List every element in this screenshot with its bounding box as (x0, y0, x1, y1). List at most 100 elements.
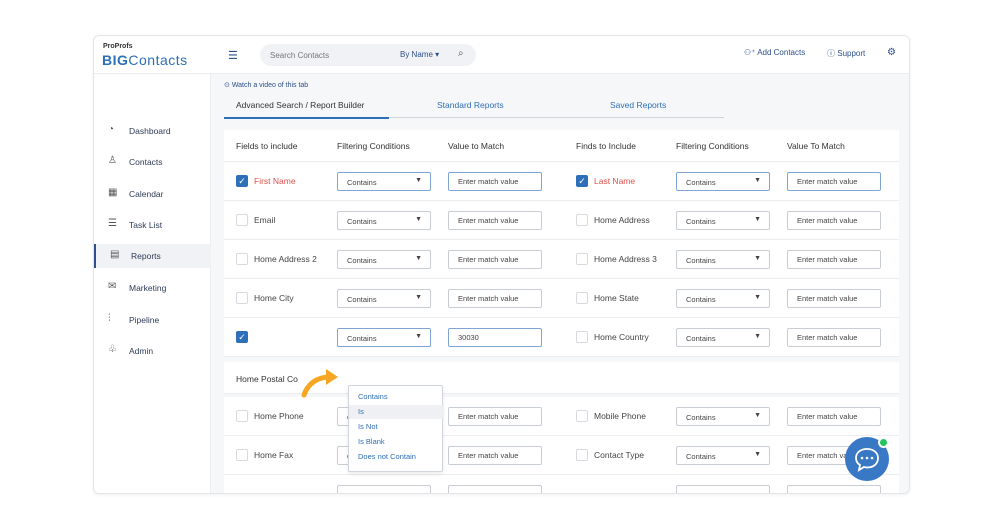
condition-value: Contains (347, 256, 377, 265)
admin-icon: ♧ (108, 344, 117, 355)
include-checkbox[interactable] (576, 292, 588, 304)
tab-saved-reports[interactable]: Saved Reports (610, 100, 666, 110)
report-builder-table: Fields to include Filtering Conditions V… (224, 130, 899, 493)
tab-standard-reports[interactable]: Standard Reports (437, 100, 504, 110)
sidebar-item-marketing[interactable]: ✉ Marketing (94, 276, 211, 300)
sidebar-item-admin[interactable]: ♧ Admin (94, 339, 211, 363)
sidebar-item-dashboard[interactable]: ◔ Dashboard (94, 119, 211, 143)
match-value-input[interactable] (787, 289, 881, 308)
match-value-input[interactable] (448, 250, 542, 269)
match-value-input[interactable] (448, 289, 542, 308)
table-row: Home Phone Contains ▼ Mobile Phone Contai… (224, 397, 899, 436)
match-value-input[interactable] (787, 211, 881, 230)
dropdown-option-contains[interactable]: Contains (349, 390, 444, 404)
table-row (224, 475, 899, 493)
play-icon: ⊙ (224, 82, 232, 89)
match-value-input[interactable] (448, 328, 542, 347)
dropdown-option-does-not-contain[interactable]: Does not Contain (349, 450, 444, 464)
match-value-input[interactable] (448, 407, 542, 426)
sidebar: ◔ Dashboard ♙ Contacts ▦ Calendar ☰ Task Lis… (94, 74, 211, 493)
condition-select[interactable]: Contains ▼ (676, 250, 770, 269)
match-value-input[interactable] (787, 250, 881, 269)
condition-select[interactable]: Contains ▼ (337, 289, 431, 308)
field-name: Home Address 3 (594, 254, 657, 264)
include-checkbox[interactable] (576, 253, 588, 265)
caret-down-icon: ▼ (754, 451, 761, 458)
add-contacts-button[interactable]: ⚇⁺ Add Contacts (744, 48, 805, 57)
field-name: Home Fax (254, 450, 294, 460)
include-checkbox[interactable] (236, 410, 248, 422)
include-checkbox[interactable] (236, 292, 248, 304)
support-button[interactable]: ⓘ Support (827, 48, 865, 59)
sidebar-item-label: Contacts (129, 157, 163, 167)
sidebar-item-pipeline[interactable]: ⫶ Pipeline (94, 308, 211, 332)
match-value-input[interactable] (448, 446, 542, 465)
condition-select[interactable]: Contains ▼ (676, 328, 770, 347)
settings-gear-icon[interactable]: ⚙ (887, 47, 896, 58)
condition-select[interactable]: Contains ▼ (337, 172, 431, 191)
field-name: Home Phone (254, 411, 304, 421)
tab-bar: Advanced Search / Report Builder Standar… (224, 96, 724, 119)
condition-select[interactable]: Contains ▼ (337, 211, 431, 230)
match-value-input[interactable] (448, 211, 542, 230)
logo[interactable]: BIGContacts (102, 52, 188, 68)
search-by-dropdown[interactable]: By Name ▾ (400, 50, 439, 59)
sidebar-item-contacts[interactable]: ♙ Contacts (94, 150, 211, 174)
match-value-input[interactable] (448, 485, 542, 493)
caret-down-icon: ▼ (754, 333, 761, 340)
include-checkbox[interactable]: ✓ (236, 331, 248, 343)
condition-select[interactable]: Contains ▼ (676, 172, 770, 191)
table-row: ✓ Contains ▼ Home Country Contains ▼ (224, 318, 899, 357)
header-value-to-match: Value to Match (448, 141, 505, 151)
condition-select[interactable]: Contains ▼ (676, 289, 770, 308)
dropdown-option-is[interactable]: Is (349, 405, 444, 419)
include-checkbox[interactable] (236, 253, 248, 265)
match-value-input[interactable] (787, 328, 881, 347)
support-label: Support (837, 49, 866, 58)
table-row: ✓ First Name Contains ▼ ✓ Last Name Conta… (224, 162, 899, 201)
field-name: Home State (594, 293, 639, 303)
dropdown-option-is-not[interactable]: Is Not (349, 420, 444, 434)
sidebar-item-task-list[interactable]: ☰ Task List (94, 213, 211, 237)
include-checkbox[interactable]: ✓ (576, 175, 588, 187)
include-checkbox[interactable] (576, 410, 588, 422)
match-value-input[interactable] (787, 407, 881, 426)
include-checkbox[interactable] (576, 331, 588, 343)
condition-select[interactable]: Contains ▼ (337, 250, 431, 269)
condition-select-open[interactable]: Contains ▼ (337, 328, 431, 347)
field-name: First Name (254, 176, 296, 186)
sidebar-item-calendar[interactable]: ▦ Calendar (94, 182, 211, 206)
search-icon[interactable]: ⌕ (458, 48, 464, 59)
include-checkbox[interactable] (576, 214, 588, 226)
condition-select[interactable]: Contains ▼ (676, 407, 770, 426)
dashboard-icon: ◔ (108, 124, 115, 135)
task-list-icon: ☰ (108, 218, 117, 229)
condition-select[interactable] (337, 485, 431, 493)
include-checkbox[interactable] (236, 449, 248, 461)
table-row: Home Address 2 Contains▼ Home Address 3 … (224, 240, 899, 279)
match-value-input[interactable] (787, 172, 881, 191)
include-checkbox[interactable] (236, 214, 248, 226)
dropdown-option-is-blank[interactable]: Is Blank (349, 435, 444, 449)
menu-toggle-icon[interactable]: ☰ (228, 49, 238, 62)
sidebar-item-reports[interactable]: ▤ Reports (94, 244, 211, 268)
match-value-input[interactable] (448, 172, 542, 191)
condition-select[interactable]: Contains ▼ (676, 446, 770, 465)
condition-select[interactable] (676, 485, 770, 493)
pointer-arrow-icon (301, 369, 338, 398)
caret-down-icon: ▼ (415, 177, 422, 184)
calendar-icon: ▦ (108, 187, 118, 198)
field-name: Last Name (594, 176, 636, 186)
condition-value: Contains (347, 217, 377, 226)
tab-advanced-search[interactable]: Advanced Search / Report Builder (236, 100, 365, 110)
condition-select[interactable]: Contains ▼ (676, 211, 770, 230)
include-checkbox[interactable]: ✓ (236, 175, 248, 187)
header-filtering-conditions: Filtering Conditions (337, 141, 410, 151)
include-checkbox[interactable] (576, 449, 588, 461)
video-link[interactable]: ⊙ Watch a video of this tab (224, 81, 308, 89)
sidebar-item-label: Admin (129, 346, 154, 356)
caret-down-icon: ▼ (754, 216, 761, 223)
match-value-input[interactable] (787, 485, 881, 493)
search-input[interactable] (270, 48, 380, 62)
header-fields-to-include: Fields to include (236, 141, 298, 151)
